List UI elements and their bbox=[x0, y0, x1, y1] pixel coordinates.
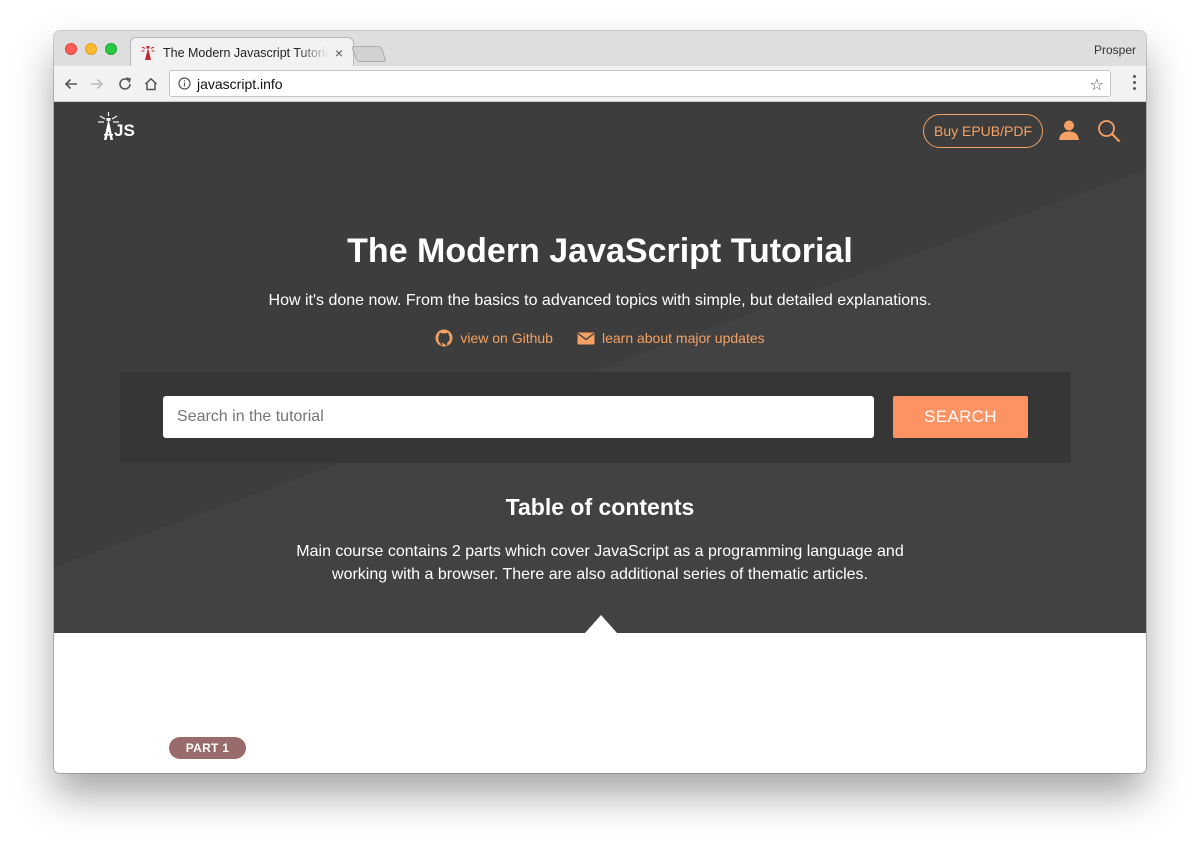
close-window-button[interactable] bbox=[65, 43, 77, 55]
home-icon bbox=[144, 77, 158, 91]
page-title: The Modern JavaScript Tutorial bbox=[347, 232, 853, 270]
tab-close-icon[interactable]: × bbox=[335, 45, 343, 61]
hero-notch bbox=[585, 615, 617, 633]
buy-epub-pdf-button[interactable]: Buy EPUB/PDF bbox=[923, 114, 1043, 148]
new-tab-button[interactable] bbox=[351, 46, 387, 62]
major-updates-link-label: learn about major updates bbox=[601, 330, 765, 346]
bookmark-star-icon[interactable]: ☆ bbox=[1090, 75, 1104, 95]
user-icon[interactable] bbox=[1058, 119, 1080, 141]
reload-icon bbox=[119, 77, 131, 90]
github-link-label: view on Github bbox=[460, 330, 553, 346]
minimize-window-button[interactable] bbox=[85, 43, 97, 55]
part-badge: PART 1 bbox=[169, 737, 246, 759]
major-updates-link[interactable]: learn about major updates bbox=[577, 329, 765, 347]
browser-titlebar: The Modern Javascript Tutorial × Prosper bbox=[54, 31, 1146, 67]
lighthouse-favicon-icon bbox=[141, 45, 155, 60]
browser-tab-active[interactable]: The Modern Javascript Tutorial × bbox=[130, 37, 354, 67]
tutorial-search-input[interactable] bbox=[163, 396, 874, 438]
forward-button[interactable] bbox=[86, 73, 108, 95]
reload-button[interactable] bbox=[114, 73, 136, 95]
hero-links: view on Github learn about major updates bbox=[54, 329, 1146, 347]
info-icon[interactable] bbox=[178, 77, 191, 90]
maximize-window-button[interactable] bbox=[105, 43, 117, 55]
browser-toolbar: javascript.info ☆ bbox=[54, 66, 1146, 102]
browser-menu-icon[interactable] bbox=[1133, 75, 1136, 90]
page-subtitle: How it's done now. From the basics to ad… bbox=[268, 292, 932, 309]
logo-text[interactable]: JS bbox=[114, 121, 135, 141]
hero-section: JS Buy EPUB/PDF The Modern JavaScript Tu… bbox=[54, 102, 1146, 633]
back-arrow-icon bbox=[64, 78, 77, 90]
url-text[interactable]: javascript.info bbox=[197, 76, 283, 92]
browser-window: The Modern Javascript Tutorial × Prosper bbox=[54, 31, 1146, 773]
home-button[interactable] bbox=[140, 73, 162, 95]
github-link[interactable]: view on Github bbox=[435, 329, 553, 347]
address-bar[interactable]: javascript.info ☆ bbox=[169, 70, 1111, 97]
toc-description: Main course contains 2 parts which cover… bbox=[296, 543, 904, 583]
search-button[interactable]: SEARCH bbox=[893, 396, 1028, 438]
envelope-icon bbox=[577, 332, 595, 344]
search-icon[interactable] bbox=[1097, 119, 1121, 143]
forward-arrow-icon bbox=[91, 78, 104, 90]
tab-title: The Modern Javascript Tutorial bbox=[163, 45, 329, 60]
back-button[interactable] bbox=[60, 73, 82, 95]
page-viewport: JS Buy EPUB/PDF The Modern JavaScript Tu… bbox=[54, 102, 1146, 773]
search-band: SEARCH bbox=[120, 372, 1071, 463]
toc-title: Table of contents bbox=[505, 494, 695, 520]
github-icon bbox=[435, 329, 453, 347]
profile-name[interactable]: Prosper bbox=[1094, 43, 1136, 57]
